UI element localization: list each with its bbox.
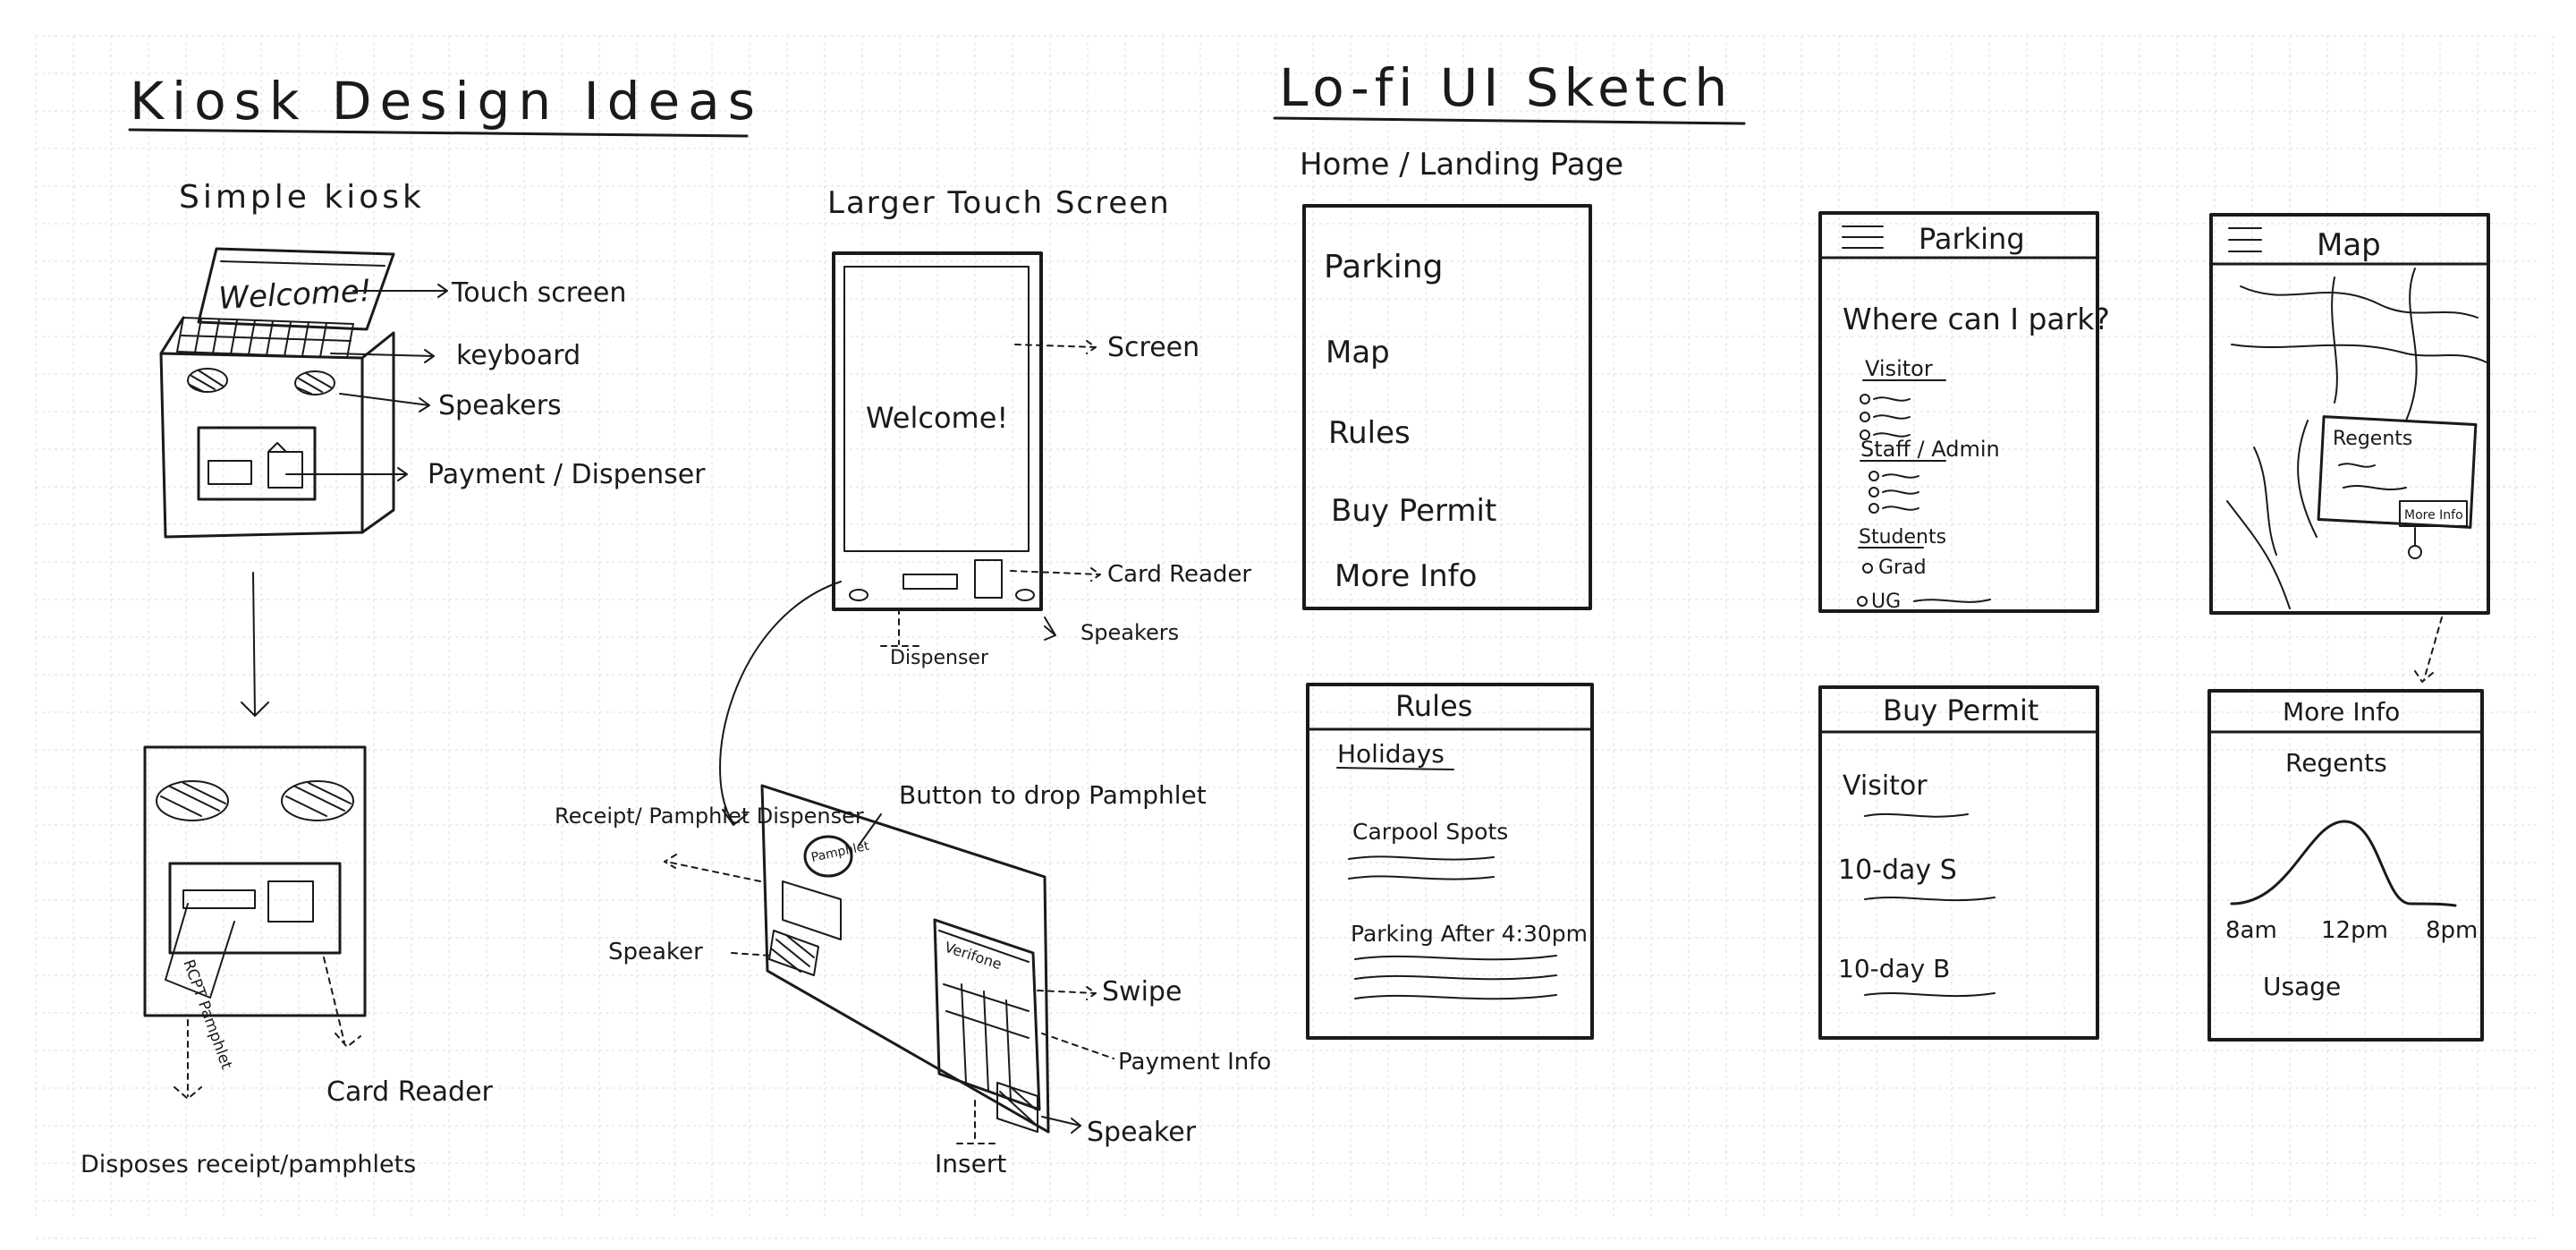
rules-item-parking-after: Parking After 4:30pm bbox=[1351, 921, 1588, 947]
notebook-sketch: Kiosk Design Ideas Simple kiosk Welcome!… bbox=[35, 35, 2554, 1239]
simple-kiosk-label-payment: Payment / Dispenser bbox=[428, 459, 706, 490]
left-page-title: Kiosk Design Ideas bbox=[130, 71, 763, 132]
simple-kiosk-label-card-reader: Card Reader bbox=[326, 1076, 494, 1108]
parking-screen-question: Where can I park? bbox=[1843, 302, 2110, 336]
angled-kiosk-label-payment-info: Payment Info bbox=[1118, 1049, 1271, 1076]
more-info-tick-8am: 8am bbox=[2225, 917, 2277, 944]
angled-kiosk-button-text: Pamphlet bbox=[810, 838, 871, 864]
angled-kiosk-label-swipe: Swipe bbox=[1102, 976, 1182, 1008]
larger-kiosk-label-card-reader: Card Reader bbox=[1107, 561, 1251, 588]
right-page-title: Lo-fi UI Sketch bbox=[1279, 57, 1733, 118]
parking-item-ug: UG bbox=[1871, 591, 1901, 613]
right-title-underline bbox=[1273, 116, 1746, 125]
rules-screen-title: Rules bbox=[1395, 689, 1472, 723]
simple-kiosk-heading: Simple kiosk bbox=[179, 179, 425, 216]
right-page-subtitle: Home / Landing Page bbox=[1300, 147, 1623, 183]
rules-item-carpool: Carpool Spots bbox=[1352, 819, 1508, 845]
buy-permit-item-10-day-s: 10-day S bbox=[1838, 855, 1957, 886]
more-info-subtitle: Regents bbox=[2285, 748, 2387, 778]
larger-kiosk-label-speakers: Speakers bbox=[1080, 620, 1179, 645]
map-screen-title: Map bbox=[2317, 227, 2381, 263]
home-menu-parking: Parking bbox=[1324, 249, 1443, 285]
parking-group-staff: Staff / Admin bbox=[1860, 437, 2000, 462]
rules-heading-holidays: Holidays bbox=[1337, 739, 1445, 769]
simple-kiosk-drawing: Welcome! bbox=[159, 247, 448, 717]
map-popup-more-info-button: More Info bbox=[2404, 508, 2463, 523]
more-info-xlabel-usage: Usage bbox=[2263, 972, 2341, 1001]
sketch-stage: Kiosk Design Ideas Simple kiosk Welcome!… bbox=[0, 0, 2576, 1246]
simple-kiosk-screen-text: Welcome! bbox=[217, 273, 372, 317]
larger-kiosk-drawing: Welcome! bbox=[719, 251, 1101, 826]
buy-permit-screen-title: Buy Permit bbox=[1883, 693, 2038, 727]
parking-group-visitor: Visitor bbox=[1865, 356, 1933, 381]
home-menu-map: Map bbox=[1326, 335, 1390, 370]
larger-kiosk-screen-text: Welcome! bbox=[866, 401, 1008, 435]
angled-kiosk-label-receipt: Receipt/ Pamphlet Dispenser bbox=[555, 804, 864, 829]
simple-kiosk-front-view: RCPT Pamphlet bbox=[143, 745, 367, 1100]
angled-kiosk-drawing: Pamphlet Verifone bbox=[664, 784, 1114, 1144]
larger-kiosk-label-dispenser: Dispenser bbox=[890, 647, 989, 669]
home-menu-more-info: More Info bbox=[1335, 558, 1477, 594]
map-hamburger-icon bbox=[2228, 227, 2262, 252]
simple-kiosk-label-keyboard: keyboard bbox=[456, 340, 580, 371]
home-menu-rules: Rules bbox=[1328, 415, 1411, 451]
map-popup-title: Regents bbox=[2333, 428, 2412, 450]
angled-kiosk-label-button: Button to drop Pamphlet bbox=[899, 780, 1207, 810]
parking-item-grad: Grad bbox=[1878, 557, 1927, 579]
usage-curve bbox=[2230, 820, 2457, 907]
more-info-screen-wireframe bbox=[2207, 689, 2484, 1042]
parking-screen-title: Parking bbox=[1919, 222, 2025, 256]
buy-permit-item-visitor: Visitor bbox=[1843, 770, 1928, 802]
graph-paper-grid bbox=[35, 35, 2554, 1239]
more-info-screen-title: More Info bbox=[2283, 697, 2400, 727]
more-info-tick-12pm: 12pm bbox=[2321, 917, 2388, 944]
simple-kiosk-label-speakers: Speakers bbox=[438, 390, 562, 421]
simple-kiosk-label-touch-screen: Touch screen bbox=[451, 277, 626, 309]
larger-touch-screen-heading: Larger Touch Screen bbox=[827, 185, 1171, 221]
buy-permit-item-10-day-b: 10-day B bbox=[1838, 954, 1950, 983]
angled-kiosk-label-speaker-right: Speaker bbox=[1087, 1117, 1197, 1148]
larger-kiosk-label-screen: Screen bbox=[1107, 332, 1199, 363]
parking-group-students: Students bbox=[1859, 526, 1946, 548]
angled-kiosk-reader-text: Verifone bbox=[943, 939, 1004, 973]
angled-kiosk-label-speaker-left: Speaker bbox=[608, 939, 703, 965]
more-info-tick-8pm: 8pm bbox=[2426, 917, 2478, 944]
angled-kiosk-label-insert: Insert bbox=[935, 1149, 1006, 1178]
simple-kiosk-label-disposes: Disposes receipt/pamphlets bbox=[80, 1151, 416, 1178]
home-menu-buy-permit: Buy Permit bbox=[1331, 493, 1496, 529]
